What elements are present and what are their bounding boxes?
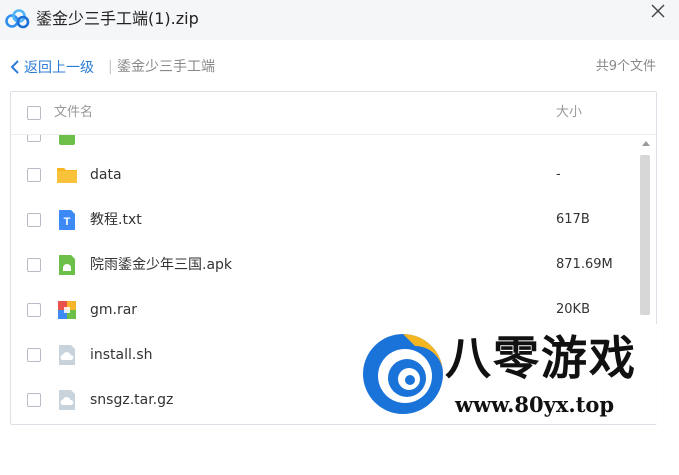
chevron-left-icon: [10, 60, 19, 74]
back-button[interactable]: 返回上一级: [10, 57, 94, 77]
file-preview-window: 鋈金少三手工端(1).zip 返回上一级 | 鋈金少三手工端 共9个文件 文件名…: [0, 0, 679, 475]
title-bar: 鋈金少三手工端(1).zip: [0, 0, 679, 40]
archive-file-icon: [56, 299, 78, 321]
table-row[interactable]: T 教程.txt 617B: [11, 197, 636, 242]
row-checkbox[interactable]: [27, 393, 41, 407]
apk-file-icon: [56, 135, 78, 146]
select-all-checkbox[interactable]: [27, 106, 41, 120]
row-checkbox[interactable]: [27, 135, 41, 142]
watermark: 八零游戏 www.80yx.top: [357, 324, 657, 424]
folder-icon: [56, 164, 78, 186]
generic-file-icon: [56, 344, 78, 366]
row-checkbox[interactable]: [27, 348, 41, 362]
breadcrumb: 返回上一级 | 鋈金少三手工端 共9个文件: [0, 48, 679, 88]
breadcrumb-current-folder: 鋈金少三手工端: [117, 59, 215, 75]
back-label: 返回上一级: [24, 60, 94, 76]
breadcrumb-separator: |: [108, 59, 113, 75]
text-file-icon: T: [56, 209, 78, 231]
window-title: 鋈金少三手工端(1).zip: [36, 9, 199, 28]
apk-file-icon: [56, 254, 78, 276]
file-name: 院雨鋈金少年三国.apk: [90, 257, 233, 273]
file-size: 20KB: [556, 302, 590, 317]
watermark-brand: 八零游戏: [445, 331, 637, 385]
file-name: snsgz.tar.gz: [90, 392, 174, 408]
file-size: 871.69M: [556, 257, 613, 272]
row-checkbox[interactable]: [27, 168, 41, 182]
swirl-logo-icon: [357, 324, 449, 424]
close-button[interactable]: [640, 0, 676, 26]
file-name: gm.rar: [90, 302, 138, 318]
row-checkbox[interactable]: [27, 213, 41, 227]
file-count: 共9个文件: [595, 59, 656, 74]
svg-text:T: T: [64, 216, 71, 228]
row-checkbox[interactable]: [27, 258, 41, 272]
watermark-url: www.80yx.top: [455, 392, 615, 417]
scroll-up-arrow-icon[interactable]: [642, 141, 650, 146]
file-name: data: [90, 167, 122, 183]
generic-file-icon: [56, 389, 78, 411]
close-icon: [651, 4, 665, 18]
file-size: 617B: [556, 212, 590, 227]
file-name: 教程.txt: [90, 212, 142, 228]
file-name: install.sh: [90, 347, 153, 363]
table-row[interactable]: data -: [11, 152, 636, 197]
file-size: -: [556, 167, 561, 182]
column-header-size: 大小: [556, 105, 583, 120]
table-header: 文件名 大小: [11, 92, 656, 135]
table-row[interactable]: 院雨鋈金少年三国.apk 871.69M: [11, 242, 636, 287]
scrollbar-thumb[interactable]: [640, 155, 650, 315]
cloud-logo-icon: [4, 8, 30, 30]
row-checkbox[interactable]: [27, 303, 41, 317]
column-header-name: 文件名: [54, 105, 94, 120]
